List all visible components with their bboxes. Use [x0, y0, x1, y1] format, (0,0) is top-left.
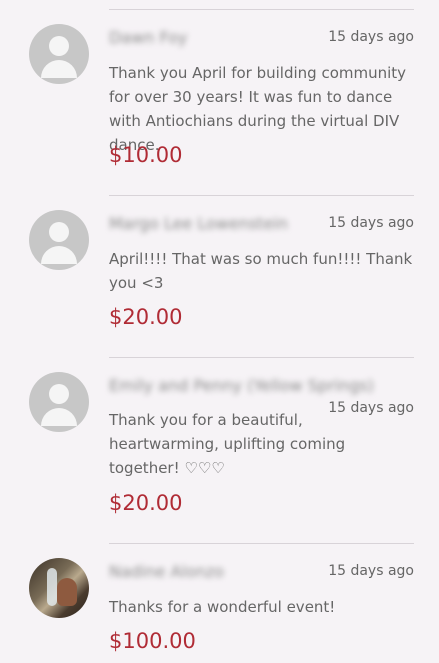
donor-name: Dawn Foy	[109, 28, 188, 47]
item-divider	[109, 195, 414, 196]
donation-message: Thank you for a beautiful, heartwarming,…	[109, 411, 346, 477]
donation-date: 15 days ago	[328, 215, 414, 231]
donation-amount: $10.00	[109, 143, 183, 167]
donation-date: 15 days ago	[328, 29, 414, 45]
default-user-icon	[29, 372, 89, 432]
donor-name: Nadine Alonzo	[109, 562, 224, 581]
profile-photo	[29, 558, 89, 618]
donation-amount: $20.00	[109, 491, 183, 515]
donation-message: April!!!! That was so much fun!!!! Thank…	[109, 250, 413, 292]
default-user-icon	[29, 210, 89, 270]
donation-amount: $20.00	[109, 305, 183, 329]
item-divider	[109, 543, 414, 544]
donation-feed: Dawn Foy 15 days ago Thank you April for…	[0, 0, 439, 663]
item-divider	[109, 357, 414, 358]
top-divider	[109, 9, 414, 10]
donation-date: 15 days ago	[328, 563, 414, 579]
donor-name: Emily and Penny (Yellow Springs)	[109, 376, 374, 395]
donation-message: Thanks for a wonderful event!	[109, 598, 336, 616]
donation-amount: $100.00	[109, 629, 196, 653]
default-user-icon	[29, 24, 89, 84]
donor-name: Margo Lee Lowenstein	[109, 214, 288, 233]
